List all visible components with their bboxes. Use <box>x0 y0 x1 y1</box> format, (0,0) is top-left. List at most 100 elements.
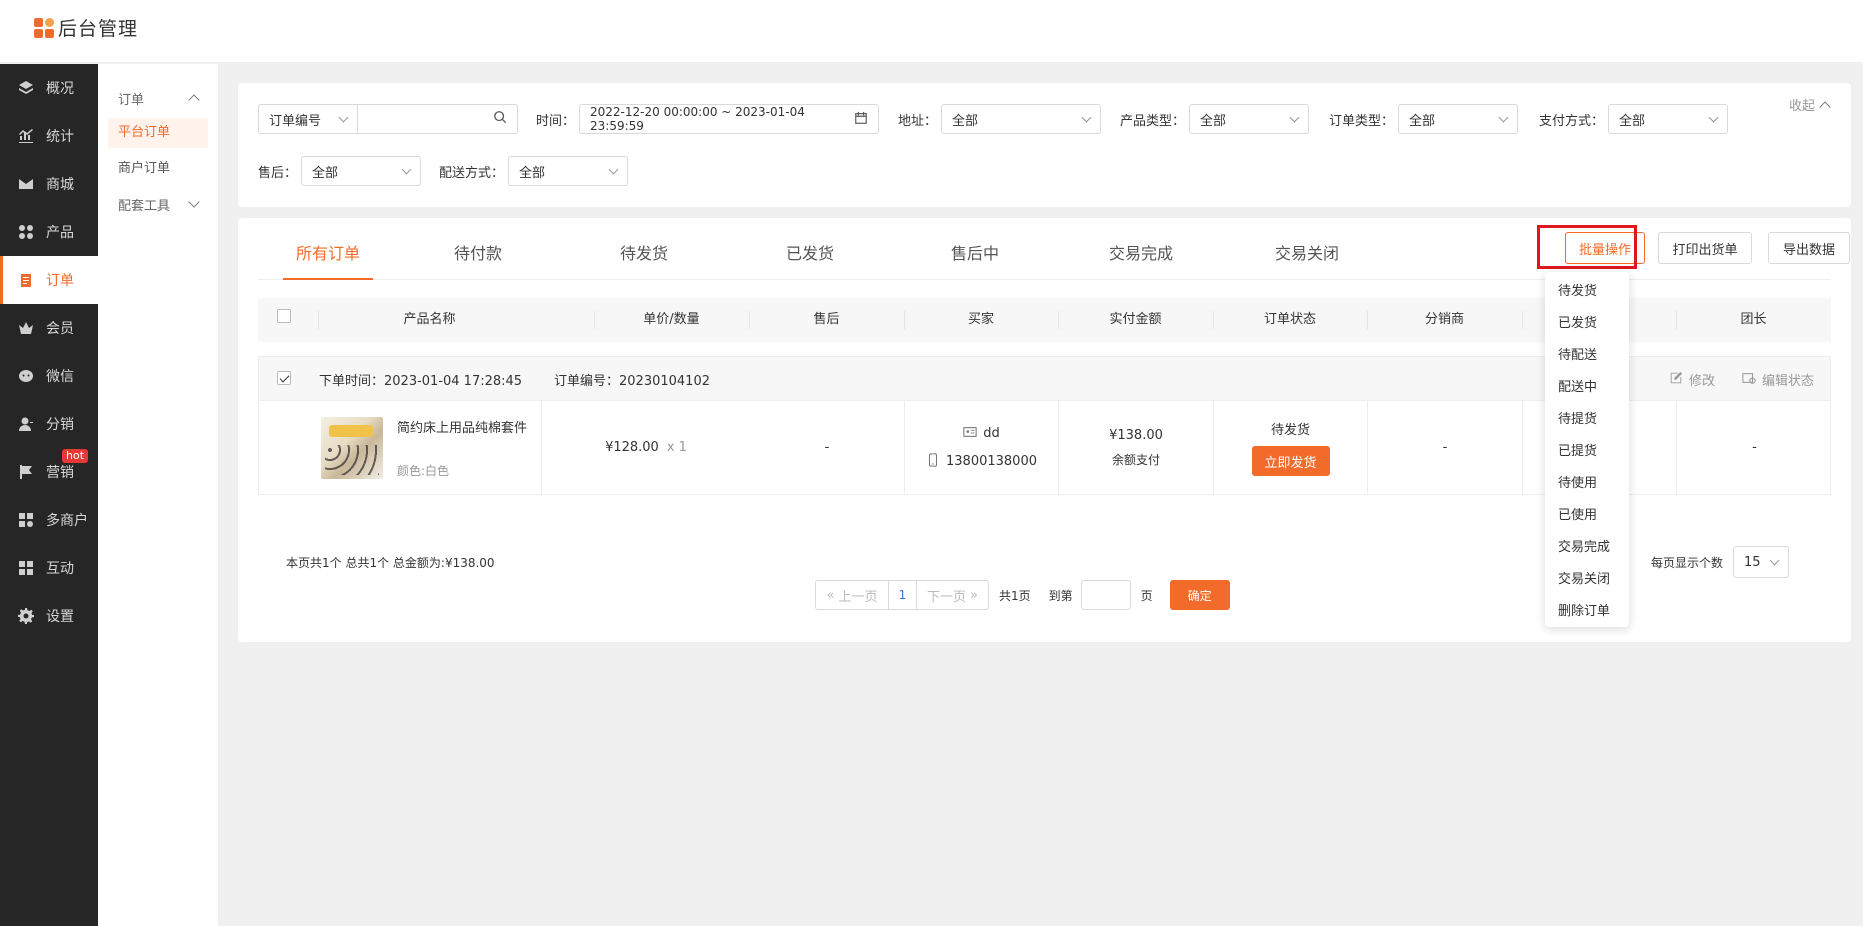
after-sale-select[interactable]: 全部 <box>301 156 422 186</box>
search-field-select[interactable]: 订单编号 <box>258 104 358 134</box>
address-label: 地址： <box>898 113 938 129</box>
edit-status-link[interactable]: 编辑状态 <box>1742 370 1814 389</box>
submenu-item-merchant-orders[interactable]: 商户订单 <box>108 154 208 184</box>
status-edit-icon <box>1742 371 1756 389</box>
delivery-filter: 配送方式： 全部 <box>439 156 629 186</box>
product-type-filter: 产品类型： 全部 <box>1120 104 1310 134</box>
order-type-select[interactable]: 全部 <box>1398 104 1519 134</box>
sidebar-item-multi-merchant[interactable]: 多商户 <box>0 496 98 544</box>
dropdown-item-picked-up[interactable]: 已提货 <box>1545 436 1629 468</box>
address-filter: 地址： 全部 <box>898 104 1102 134</box>
paid-cell: ¥138.00 余额支付 <box>1059 401 1214 494</box>
chevron-up-icon <box>188 94 200 106</box>
select-all-checkbox[interactable] <box>277 309 291 323</box>
export-data-button[interactable]: 导出数据 <box>1768 232 1850 264</box>
user-icon <box>18 416 34 432</box>
print-packing-slip-button[interactable]: 打印出货单 <box>1658 232 1752 264</box>
gear-icon <box>18 608 34 624</box>
column-header: 分销商 <box>1424 312 1464 327</box>
dropdown-item-pending-pickup[interactable]: 待提货 <box>1545 404 1629 436</box>
chevron-down-icon <box>1708 112 1719 122</box>
buyer-phone-row: 13800138000 <box>926 452 1037 471</box>
calendar-icon <box>854 111 868 128</box>
dropdown-item-used[interactable]: 已使用 <box>1545 500 1629 532</box>
submenu-group-tools[interactable]: 配套工具 <box>98 190 218 218</box>
logo-icon <box>34 17 54 38</box>
dropdown-item-completed[interactable]: 交易完成 <box>1545 532 1629 564</box>
dropdown-item-pending-use[interactable]: 待使用 <box>1545 468 1629 500</box>
tab-shipped[interactable]: 已发货 <box>770 240 850 280</box>
page-unit: 页 <box>1140 588 1153 603</box>
sidebar-item-orders[interactable]: 订单 <box>0 256 98 304</box>
dropdown-item-delete-order[interactable]: 删除订单 <box>1545 596 1629 628</box>
submenu-group-orders[interactable]: 订单 <box>98 84 218 112</box>
tab-all-orders[interactable]: 所有订单 <box>283 240 373 280</box>
grid-icon <box>18 224 34 240</box>
sidebar-item-settings[interactable]: 设置 <box>0 592 98 640</box>
tab-pending-payment[interactable]: 待付款 <box>438 240 518 280</box>
column-header: 团长 <box>1740 312 1767 327</box>
chevron-down-icon <box>401 164 412 174</box>
sidebar-item-stats[interactable]: 统计 <box>0 112 98 160</box>
column-header: 产品名称 <box>403 312 456 327</box>
leader-cell: - <box>1752 440 1757 455</box>
delivery-value: 全部 <box>519 165 546 181</box>
buyer-name-row: dd <box>963 425 1000 443</box>
distributor-cell: - <box>1368 401 1523 494</box>
quantity: x 1 <box>666 440 687 455</box>
product-type-select[interactable]: 全部 <box>1189 104 1310 134</box>
prev-page-button[interactable]: « 上一页 <box>815 580 889 610</box>
sidebar-item-interaction[interactable]: 互动 <box>0 544 98 592</box>
sidebar-item-marketing[interactable]: 营销 hot <box>0 448 98 496</box>
chevron-down-icon <box>338 112 349 122</box>
order-checkbox[interactable] <box>277 371 291 385</box>
sidebar-item-label: 订单 <box>46 273 74 289</box>
tab-closed[interactable]: 交易关闭 <box>1262 240 1352 280</box>
search-icon[interactable] <box>493 110 507 128</box>
product-name[interactable]: 简约床上用品纯棉套件 <box>397 417 527 436</box>
tab-completed[interactable]: 交易完成 <box>1096 240 1186 280</box>
mail-icon <box>18 176 34 192</box>
order-status: 待发货 <box>1270 423 1310 438</box>
next-page-button[interactable]: 下一页 » <box>917 580 989 610</box>
search-input[interactable] <box>373 111 493 127</box>
apps-icon <box>18 560 34 576</box>
per-page-select[interactable]: 15 <box>1733 546 1790 578</box>
dropdown-item-closed[interactable]: 交易关闭 <box>1545 564 1629 596</box>
column-header: 订单状态 <box>1263 312 1316 327</box>
column-header: 单价/数量 <box>643 312 700 327</box>
chevron-down-icon <box>1769 555 1780 565</box>
tab-pending-shipment[interactable]: 待发货 <box>604 240 684 280</box>
order-time: 下单时间：2023-01-04 17:28:45 <box>319 374 523 389</box>
dropdown-item-delivering[interactable]: 配送中 <box>1545 372 1629 404</box>
sidebar-item-distribution[interactable]: 分销 <box>0 400 98 448</box>
submenu-group-label: 配套工具 <box>118 198 171 214</box>
sidebar-item-wechat[interactable]: 微信 <box>0 352 98 400</box>
sidebar-item-overview[interactable]: 概况 <box>0 64 98 112</box>
collapse-toggle[interactable]: 收起 <box>1789 95 1831 114</box>
next-page-label: 下一页 <box>927 589 967 605</box>
dropdown-item-shipped[interactable]: 已发货 <box>1545 308 1629 340</box>
payment-select[interactable]: 全部 <box>1608 104 1729 134</box>
chevron-down-icon <box>1498 112 1509 122</box>
column-header: 实付金额 <box>1109 312 1162 327</box>
ship-now-button[interactable]: 立即发货 <box>1251 446 1330 476</box>
product-image[interactable] <box>321 416 383 479</box>
payment-label: 支付方式： <box>1539 113 1605 129</box>
dropdown-item-pending-delivery[interactable]: 待配送 <box>1545 340 1629 372</box>
address-select[interactable]: 全部 <box>941 104 1102 134</box>
page-number-1[interactable]: 1 <box>889 580 917 610</box>
edit-link[interactable]: 修改 <box>1669 370 1715 389</box>
delivery-select[interactable]: 全部 <box>508 156 629 186</box>
sidebar-item-products[interactable]: 产品 <box>0 208 98 256</box>
submenu-item-platform-orders[interactable]: 平台订单 <box>108 118 208 148</box>
buyer-name: dd <box>983 426 1000 441</box>
dropdown-item-pending-shipment[interactable]: 待发货 <box>1545 276 1629 308</box>
goto-confirm-button[interactable]: 确定 <box>1169 580 1230 610</box>
goto-page-input[interactable] <box>1080 580 1131 610</box>
date-range-picker[interactable]: 2022-12-20 00:00:00 ~ 2023-01-04 23:59:5… <box>579 104 880 134</box>
sidebar-item-mall[interactable]: 商城 <box>0 160 98 208</box>
sidebar-item-members[interactable]: 会员 <box>0 304 98 352</box>
tab-after-sale[interactable]: 售后中 <box>935 240 1015 280</box>
buyer-phone: 13800138000 <box>946 454 1037 469</box>
